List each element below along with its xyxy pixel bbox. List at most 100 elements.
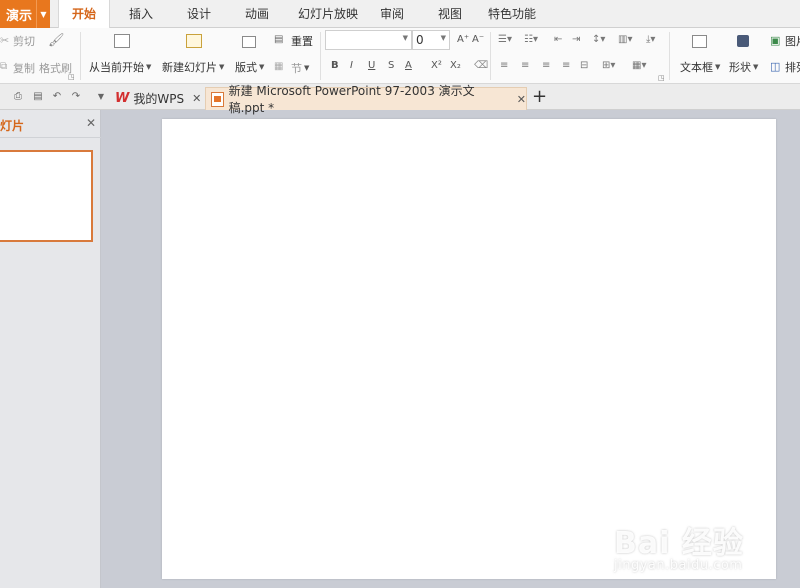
doc-tab-my-wps[interactable]: W 我的WPS ✕ [115, 87, 203, 110]
copy-button[interactable]: ⧉ 复制 [0, 60, 35, 76]
chevron-down-icon[interactable]: ▼ [95, 90, 107, 102]
line-spacing-icon[interactable]: ↕▾ [592, 34, 605, 45]
tab-review[interactable]: 审阅 [372, 0, 412, 28]
divider [80, 32, 81, 80]
subscript-button[interactable]: X₂ [450, 60, 461, 71]
tab-view[interactable]: 视图 [430, 0, 470, 28]
reset-button[interactable]: ▤ 重置 [274, 33, 313, 49]
picture-button[interactable]: ▣ 图片 [770, 33, 800, 49]
ribbon: ✂ 剪切 ⧉ 复制 🖌 格式刷 ◳ 从当前开始 ▼ 新建幻灯片 ▼ 版式 ▼ ▤ 重置… [0, 28, 800, 84]
close-icon[interactable]: ✕ [517, 93, 526, 106]
copy-label: 复制 [13, 62, 35, 75]
shape-icon[interactable] [737, 35, 749, 47]
section-icon: ▦ [274, 61, 284, 72]
font-name-select[interactable]: ▼ [325, 30, 412, 50]
chevron-down-icon: ▼ [219, 63, 225, 71]
new-slide-label: 新建幻灯片 [162, 61, 217, 74]
expand-icon[interactable]: ◳ [658, 74, 665, 82]
divider [669, 32, 670, 80]
font-size-select[interactable]: 0 ▼ [412, 30, 450, 50]
superscript-button[interactable]: X² [431, 60, 442, 71]
brush-icon[interactable]: 🖌 [48, 33, 65, 48]
watermark-main: Bai 经验 [614, 526, 744, 561]
tab-slideshow[interactable]: 幻灯片放映 [288, 0, 368, 28]
strikethrough-button[interactable]: S [388, 60, 394, 71]
tab-bar: ⎙ ▤ ↶ ↷ ▼ W 我的WPS ✕ 新建 Microsoft PowerPo… [0, 84, 800, 115]
bold-button[interactable]: B [331, 60, 339, 71]
picture-label: 图片 [785, 35, 800, 48]
doc-tab-label: 我的WPS [133, 92, 185, 106]
new-slide-icon[interactable] [186, 34, 202, 48]
text-box-label: 文本框 [680, 61, 713, 74]
layout-icon[interactable] [242, 36, 256, 48]
doc-tab-label: 新建 Microsoft PowerPoint 97-2003 演示文稿.ppt… [228, 84, 475, 115]
print-icon[interactable]: ⎙ [12, 90, 24, 102]
app-name: 演示 [6, 8, 33, 24]
underline-button[interactable]: U [368, 60, 375, 71]
grow-font-icon[interactable]: A⁺ [457, 34, 469, 45]
tab-insert[interactable]: 插入 [118, 0, 164, 28]
from-current-button[interactable]: 从当前开始 ▼ [89, 59, 151, 75]
baidu-watermark: Bai 经验 jingyan.baidu.com [614, 518, 744, 573]
text-box-button[interactable]: 文本框 ▼ [680, 59, 720, 75]
columns-icon[interactable]: ▥▾ [618, 34, 632, 45]
slides-panel-header: 灯片 ✕ [0, 110, 101, 138]
new-slide-button[interactable]: 新建幻灯片 ▼ [162, 59, 224, 75]
bullet-list-icon[interactable]: ☰▾ [498, 34, 512, 45]
chevron-down-icon: ▼ [715, 63, 721, 71]
doc-tab-presentation[interactable]: 新建 Microsoft PowerPoint 97-2003 演示文稿.ppt… [205, 84, 527, 115]
arrange-label: 排列 [785, 61, 800, 74]
decrease-indent-icon[interactable]: ⇤ [554, 34, 562, 45]
tab-start[interactable]: 开始 [58, 0, 110, 29]
layout-button[interactable]: 版式 ▼ [235, 59, 264, 75]
picture-icon: ▣ [770, 34, 781, 47]
increase-indent-icon[interactable]: ⇥ [572, 34, 580, 45]
align-center-icon[interactable]: ≡ [521, 60, 529, 71]
justify-icon[interactable]: ≡ [562, 60, 570, 71]
align-left-icon[interactable]: ≡ [500, 60, 508, 71]
shape-label: 形状 [729, 61, 751, 74]
slides-panel: 灯片 ✕ [0, 110, 101, 588]
redo-icon[interactable]: ↷ [70, 90, 82, 102]
chevron-down-icon: ▼ [753, 63, 759, 71]
slideshow-icon[interactable] [114, 34, 130, 48]
preview-icon[interactable]: ▤ [32, 90, 44, 102]
chevron-down-icon[interactable]: ▼ [36, 0, 50, 28]
align-right-icon[interactable]: ≡ [542, 60, 550, 71]
tab-animation[interactable]: 动画 [234, 0, 280, 28]
close-icon[interactable]: ✕ [192, 92, 201, 105]
smart-art-icon[interactable]: ▦▾ [632, 60, 646, 71]
from-current-label: 从当前开始 [89, 61, 144, 74]
expand-icon[interactable]: ◳ [68, 73, 75, 81]
cut-button[interactable]: ✂ 剪切 [0, 33, 35, 49]
text-direction-icon[interactable]: ⤓▾ [646, 34, 655, 45]
slide-canvas[interactable] [162, 119, 776, 579]
section-label: 节 [291, 62, 302, 75]
italic-button[interactable]: I [350, 60, 353, 71]
shape-button[interactable]: 形状 ▼ [729, 59, 758, 75]
arrange-icon: ◫ [770, 60, 781, 73]
slide-thumbnail[interactable] [0, 150, 93, 242]
close-icon[interactable]: ✕ [86, 116, 96, 130]
cut-label: 剪切 [13, 35, 35, 48]
new-tab-plus-icon[interactable]: + [532, 86, 547, 107]
text-box-icon[interactable] [692, 35, 707, 48]
tab-special[interactable]: 特色功能 [480, 0, 544, 28]
slides-panel-title: 灯片 [0, 119, 25, 133]
clear-format-icon[interactable]: ⌫ [474, 60, 488, 71]
font-color-button[interactable]: A [405, 60, 412, 71]
undo-icon[interactable]: ↶ [51, 90, 63, 102]
shrink-font-icon[interactable]: A⁻ [472, 34, 484, 45]
tab-design[interactable]: 设计 [176, 0, 222, 28]
chevron-down-icon: ▼ [440, 34, 446, 42]
divider [490, 32, 491, 80]
numbered-list-icon[interactable]: ☷▾ [524, 34, 538, 45]
section-button[interactable]: ▦ 节 ▼ [274, 60, 309, 76]
valign-icon[interactable]: ⊞▾ [602, 60, 615, 71]
font-size-value: 0 [416, 33, 424, 47]
app-menu-button[interactable]: 演示 ▼ [0, 0, 50, 28]
chevron-down-icon: ▼ [146, 63, 152, 71]
menu-bar: 演示 ▼ 开始 插入 设计 动画 幻灯片放映 审阅 视图 特色功能 [0, 0, 800, 29]
distribute-icon[interactable]: ⊟ [580, 60, 588, 71]
arrange-button[interactable]: ◫ 排列 [770, 59, 800, 75]
